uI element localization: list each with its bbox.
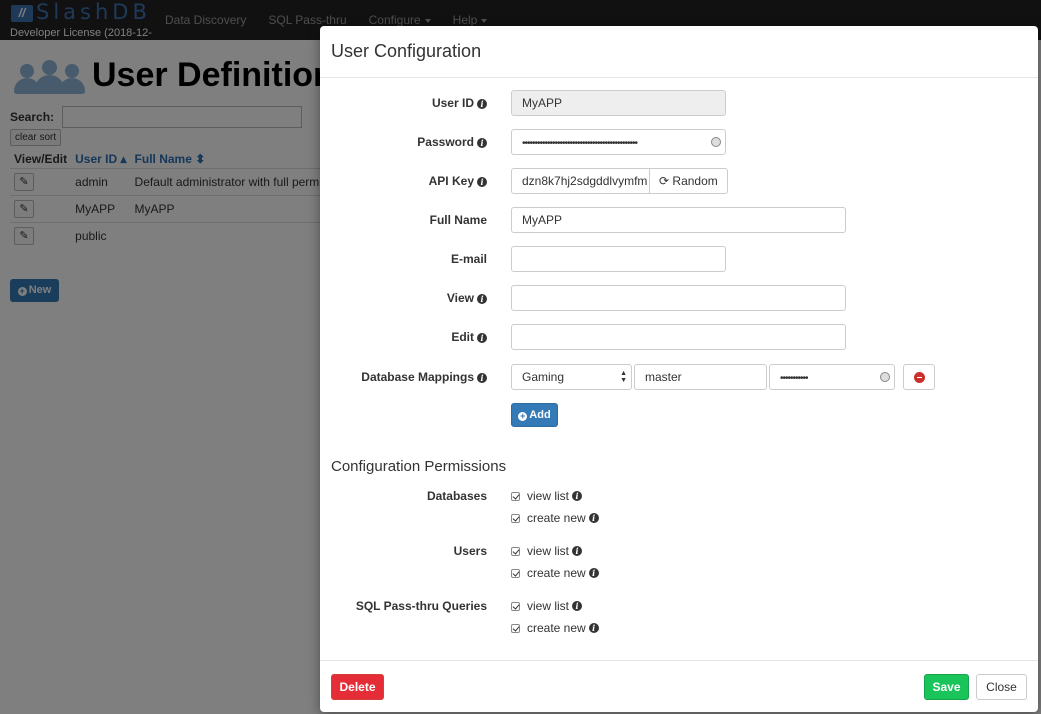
full-name-label: Full Name (429, 213, 487, 227)
perm-users-view-list[interactable]: view list i (511, 544, 583, 558)
view-row: View i (320, 285, 1038, 313)
db-user-field[interactable]: master (634, 364, 767, 390)
option-label: create new (527, 566, 586, 580)
api-key-field[interactable]: dzn8k7hj2sdgddlvymfm (511, 168, 650, 194)
checkbox-checked[interactable] (511, 546, 520, 556)
modal-title: User Configuration (331, 41, 482, 61)
show-password-icon[interactable] (880, 372, 890, 382)
database-select[interactable]: Gaming ▲ ▼ (511, 364, 632, 390)
label-text: Edit (451, 330, 474, 344)
remove-mapping-button[interactable] (903, 364, 935, 390)
permissions-section-title: Configuration Permissions (331, 458, 507, 475)
view-field[interactable] (511, 285, 846, 311)
password-row: Password i ••••••••••••••••••••••••••••••… (320, 129, 1038, 157)
email-field[interactable] (511, 246, 726, 272)
full-name-field[interactable]: MyAPP (511, 207, 846, 233)
refresh-icon: ⟳ (659, 174, 670, 188)
delete-button[interactable]: Delete (331, 674, 384, 700)
edit-label: Edit i (451, 330, 487, 344)
option-label: create new (527, 511, 586, 525)
perm-sql-label: SQL Pass-thru Queries (355, 599, 487, 613)
option-label: view list (527, 489, 570, 503)
edit-row: Edit i (320, 324, 1038, 352)
perm-databases-view-list[interactable]: view list i (511, 489, 583, 503)
info-icon[interactable]: i (588, 513, 599, 523)
user-id-label: User ID i (432, 96, 487, 110)
db-mappings-row: Database Mappings i Gaming ▲ ▼ master ••••… (320, 364, 1038, 392)
info-icon[interactable]: i (477, 177, 487, 187)
email-label: E-mail (450, 252, 487, 266)
label-text: Password (417, 135, 474, 149)
modal-footer: Delete Save Close (320, 660, 1038, 712)
user-id-field: MyAPP (511, 90, 726, 116)
close-button[interactable]: Close (976, 674, 1027, 700)
perm-sql-create-new[interactable]: create new i (511, 621, 599, 635)
info-icon[interactable]: i (477, 138, 487, 148)
option-label: view list (527, 544, 570, 558)
checkbox-checked[interactable] (511, 623, 520, 633)
api-key-label: API Key i (429, 174, 487, 188)
db-password-dots: ••••••••••• (780, 373, 808, 384)
random-label: Random (672, 174, 718, 188)
password-label: Password i (417, 135, 487, 149)
show-password-icon[interactable] (711, 137, 721, 147)
perm-users-create-new[interactable]: create new i (511, 566, 599, 580)
save-button[interactable]: Save (924, 674, 969, 700)
label-text: API Key (428, 174, 474, 188)
plus-circle-icon: + (518, 411, 528, 421)
perm-sql-view-list[interactable]: view list i (511, 599, 583, 613)
user-id-row: User ID i MyAPP (320, 90, 1038, 118)
info-icon[interactable]: i (588, 623, 599, 633)
info-icon[interactable]: i (477, 294, 487, 304)
password-field[interactable]: ••••••••••••••••••••••••••••••••••••••••… (511, 129, 726, 155)
db-mappings-label: Database Mappings i (361, 370, 487, 384)
perm-users-label: Users (453, 544, 487, 558)
modal-header: User Configuration (320, 26, 1038, 78)
checkbox-checked[interactable] (511, 568, 520, 578)
api-key-row: API Key i dzn8k7hj2sdgddlvymfm ⟳ Random (320, 168, 1038, 196)
database-value: Gaming (522, 370, 565, 384)
add-label: Add (529, 409, 551, 421)
info-icon[interactable]: i (572, 491, 583, 501)
user-config-modal: User Configuration User ID i MyAPP Passwo… (320, 26, 1038, 712)
info-icon[interactable]: i (572, 601, 583, 611)
checkbox-checked[interactable] (511, 601, 520, 611)
full-name-row: Full Name MyAPP (320, 207, 1038, 235)
checkbox-checked[interactable] (511, 513, 520, 523)
label-text: Database Mappings (361, 370, 474, 384)
label-text: User ID (431, 96, 474, 110)
add-mapping-button[interactable]: + Add (511, 403, 558, 427)
option-label: view list (527, 599, 570, 613)
db-password-field[interactable]: ••••••••••• (769, 364, 895, 390)
label-text: View (446, 291, 474, 305)
info-icon[interactable]: i (588, 568, 599, 578)
password-dots: ••••••••••••••••••••••••••••••••••••••••… (522, 138, 638, 149)
checkbox-checked[interactable] (511, 491, 520, 501)
email-row: E-mail (320, 246, 1038, 274)
info-icon[interactable]: i (477, 333, 487, 343)
perm-databases-label: Databases (426, 489, 487, 503)
info-icon[interactable]: i (477, 99, 487, 109)
info-icon[interactable]: i (572, 546, 583, 556)
minus-circle-icon (914, 372, 925, 383)
info-icon[interactable]: i (477, 373, 487, 383)
view-label: View i (447, 291, 487, 305)
edit-field[interactable] (511, 324, 846, 350)
select-arrows-icon: ▲ ▼ (620, 370, 627, 384)
random-api-key-button[interactable]: ⟳ Random (649, 168, 728, 194)
option-label: create new (527, 621, 586, 635)
perm-databases-create-new[interactable]: create new i (511, 511, 599, 525)
